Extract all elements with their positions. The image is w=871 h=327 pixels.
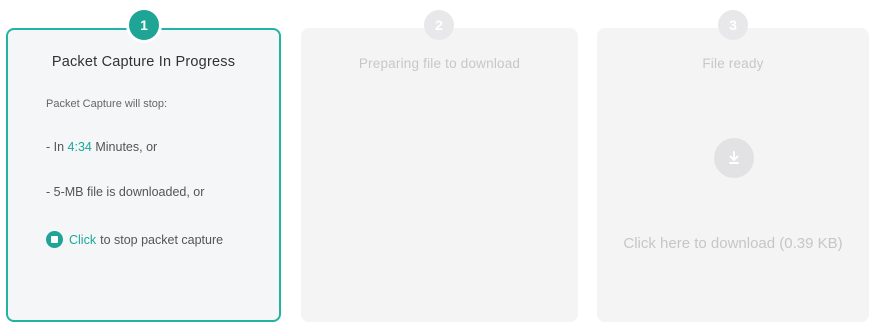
time-suffix: Minutes, or [91,140,158,154]
step-card-file-ready: File ready Click here to download (0.39 … [597,28,869,322]
stop-capture-text: to stop packet capture [100,232,224,247]
stop-conditions-intro: Packet Capture will stop: [46,98,168,110]
stop-condition-time: - In 4:34 Minutes, or [46,140,157,154]
step-badge-3: 3 [718,10,748,40]
step-title: Packet Capture In Progress [51,54,236,70]
step-badge-2: 2 [424,10,454,40]
download-link[interactable]: Click here to download (0.39 KB) [613,232,853,256]
countdown-timer: 4:34 [67,140,92,154]
step-card-preparing-file: Preparing file to download [301,28,578,322]
step-title: File ready [702,56,764,71]
stop-icon[interactable] [46,231,63,248]
stop-capture-row[interactable]: Click to stop packet capture [46,231,223,248]
time-prefix: - In [46,140,68,154]
step-title: Preparing file to download [358,56,521,71]
stop-condition-size: - 5-MB file is downloaded, or [46,185,205,199]
step-badge-1: 1 [129,10,159,40]
step-card-capture-in-progress: Packet Capture In Progress Packet Captur… [6,28,281,322]
download-icon[interactable] [714,138,754,178]
packet-capture-wizard: Packet Capture In Progress Packet Captur… [0,0,871,327]
stop-capture-link[interactable]: Click [69,233,96,247]
